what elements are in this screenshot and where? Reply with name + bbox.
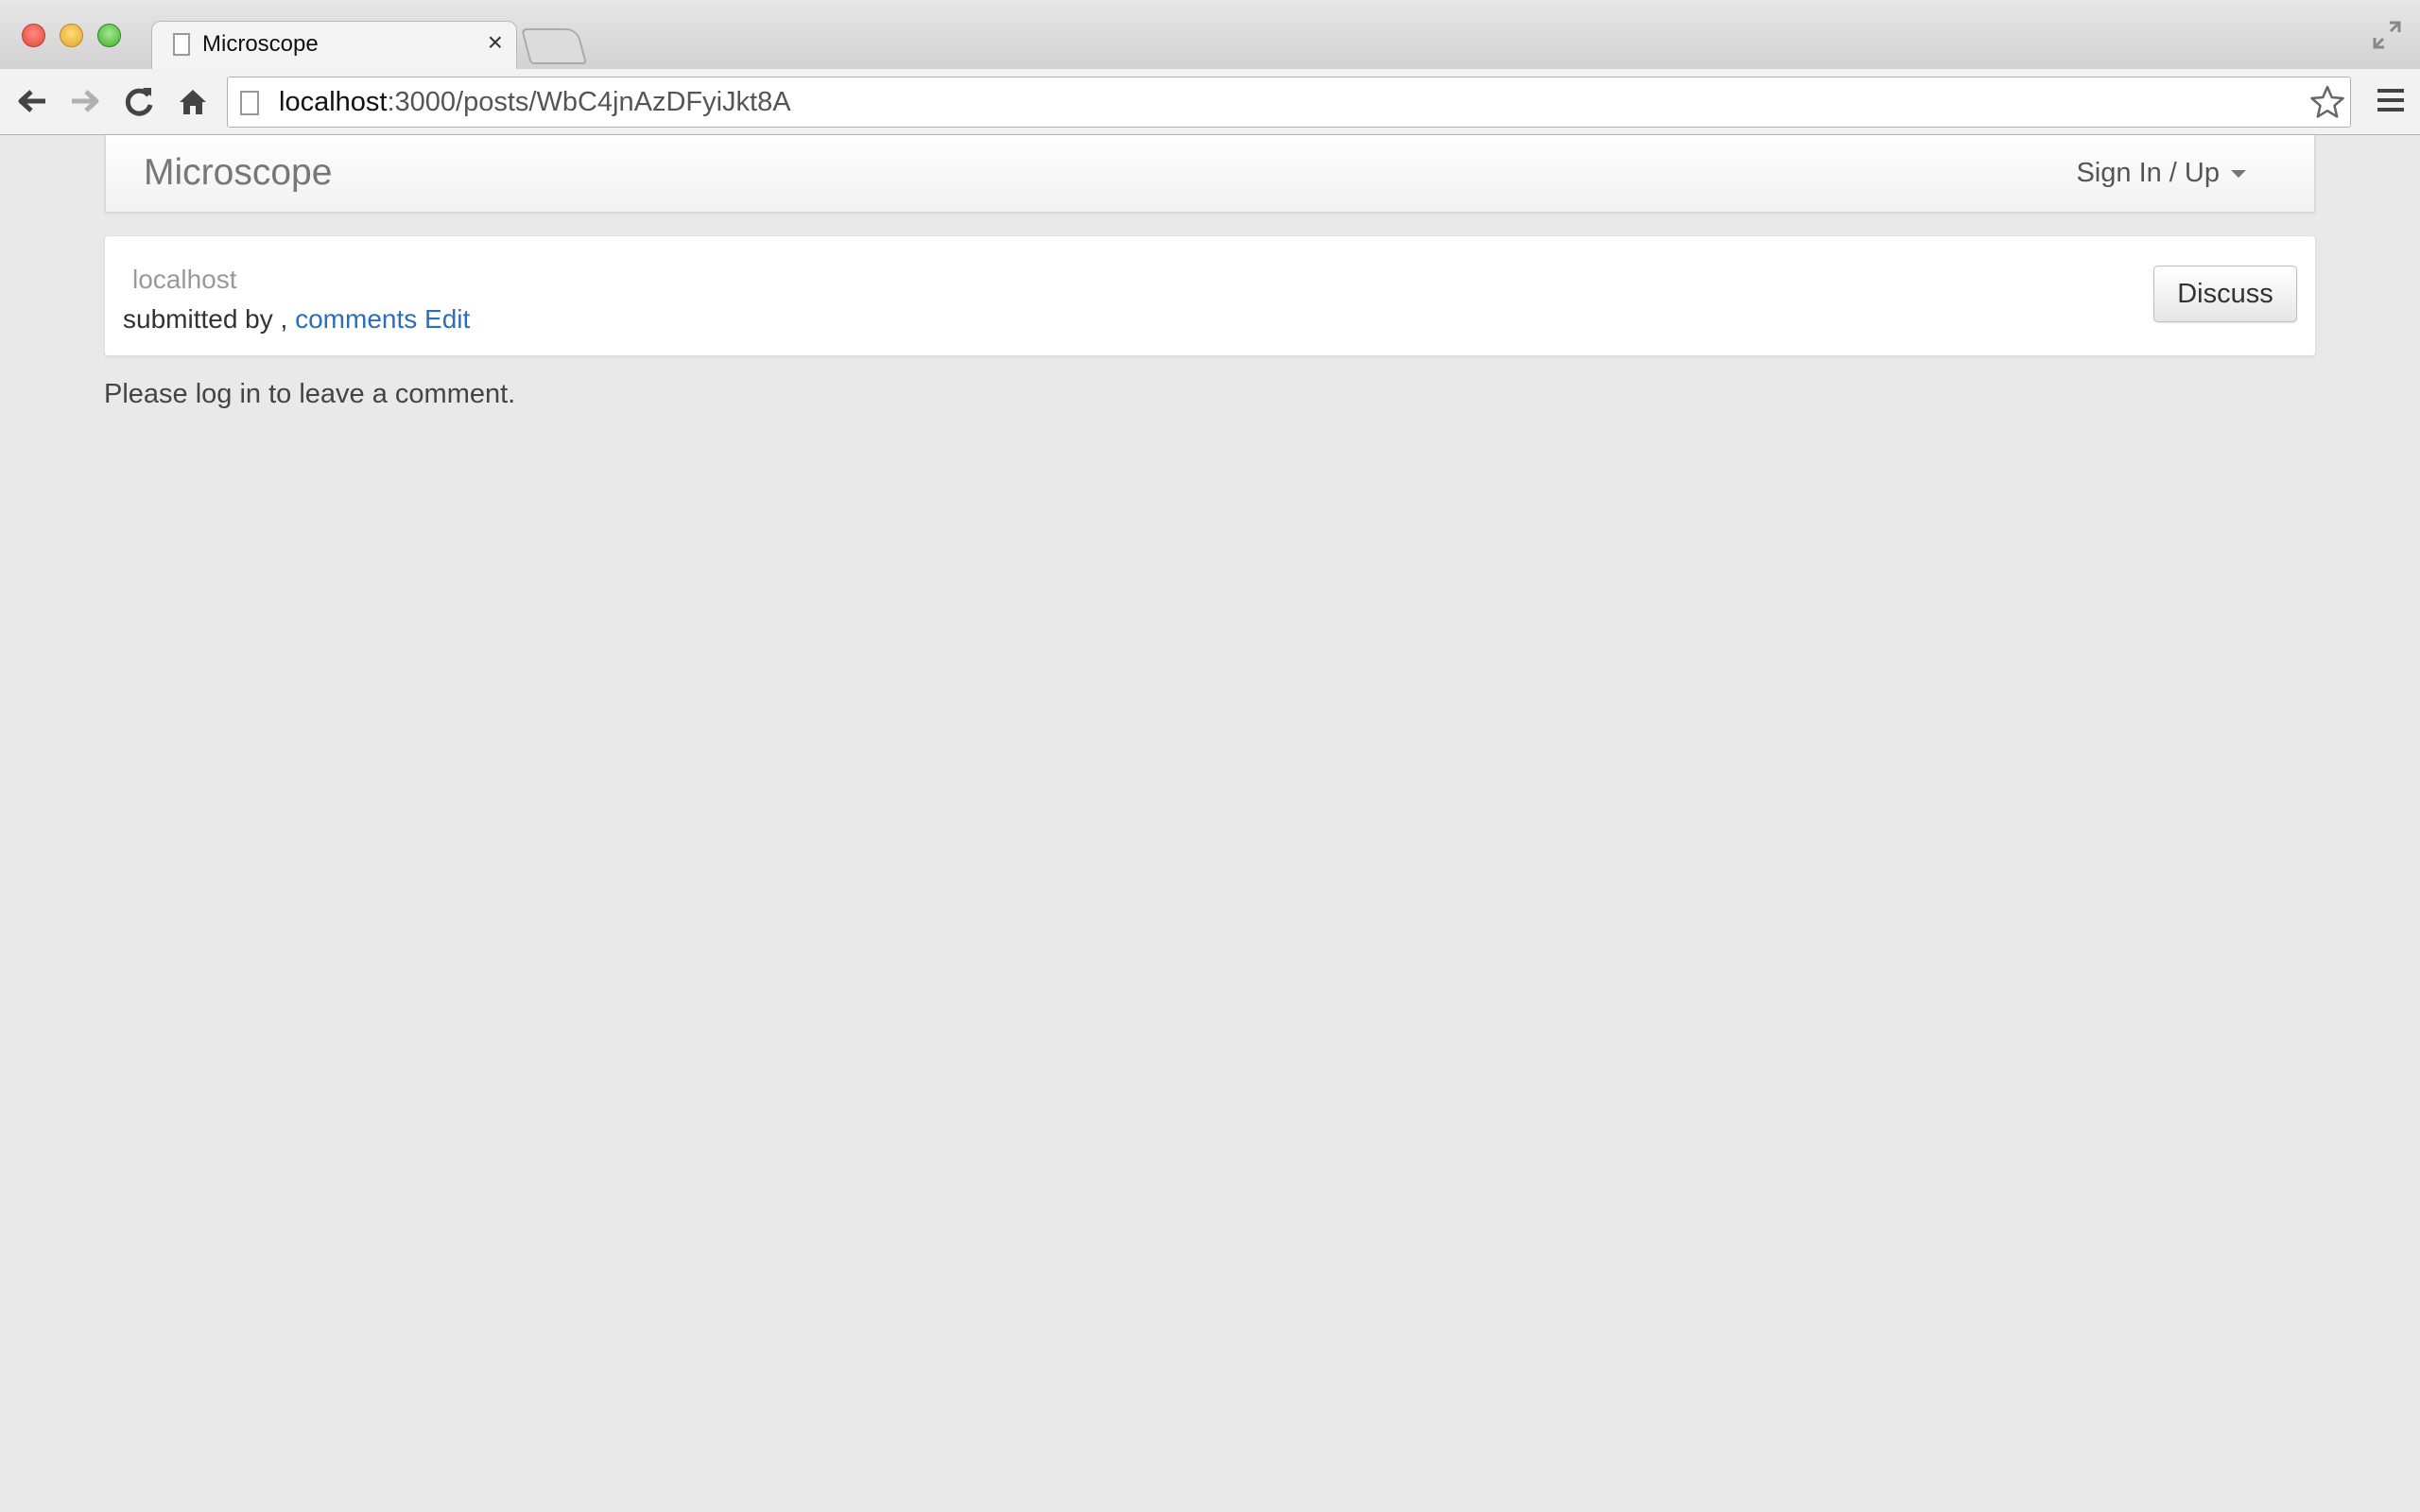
url-path: :3000/posts/WbC4jnAzDFyiJkt8A: [387, 87, 791, 117]
forward-arrow-icon[interactable]: [66, 82, 104, 120]
post-meta: submitted by , comments Edit: [123, 304, 470, 335]
menu-icon[interactable]: [2377, 86, 2405, 114]
window-maximize-button[interactable]: [97, 24, 121, 47]
address-bar[interactable]: localhost:3000/posts/WbC4jnAzDFyiJkt8A: [227, 77, 2351, 128]
caret-down-icon: [2231, 170, 2246, 179]
browser-toolbar: localhost:3000/posts/WbC4jnAzDFyiJkt8A: [0, 69, 2420, 135]
site-brand[interactable]: Microscope: [144, 152, 332, 194]
window-close-button[interactable]: [22, 24, 45, 47]
back-arrow-icon[interactable]: [13, 82, 51, 120]
address-url[interactable]: localhost:3000/posts/WbC4jnAzDFyiJkt8A: [279, 87, 791, 118]
post-domain: localhost: [132, 265, 237, 294]
home-icon[interactable]: [174, 82, 212, 120]
url-host: localhost: [279, 87, 388, 117]
signin-dropdown[interactable]: Sign In / Up: [2076, 158, 2246, 189]
tab-close-icon[interactable]: ×: [488, 27, 503, 57]
new-tab-button[interactable]: [520, 28, 588, 64]
submitted-by-text: submitted by ,: [123, 304, 296, 334]
page-icon: [173, 33, 190, 56]
comments-link[interactable]: comments: [295, 304, 417, 334]
window-minimize-button[interactable]: [60, 24, 83, 47]
browser-tab[interactable]: Microscope ×: [151, 21, 517, 70]
bookmark-star-icon[interactable]: [2308, 83, 2346, 121]
reload-icon[interactable]: [120, 82, 158, 120]
post-item: localhost submitted by , comments Edit D…: [104, 235, 2316, 356]
discuss-button[interactable]: Discuss: [2153, 266, 2297, 322]
site-navbar: Microscope Sign In / Up: [105, 135, 2315, 213]
fullscreen-icon[interactable]: [2371, 19, 2403, 51]
browser-titlebar: Microscope ×: [0, 0, 2420, 70]
page-icon: [240, 91, 259, 115]
signin-label: Sign In / Up: [2076, 158, 2220, 188]
login-to-comment-message: Please log in to leave a comment.: [104, 379, 516, 409]
edit-link[interactable]: Edit: [424, 304, 470, 334]
tab-title: Microscope: [202, 31, 319, 57]
